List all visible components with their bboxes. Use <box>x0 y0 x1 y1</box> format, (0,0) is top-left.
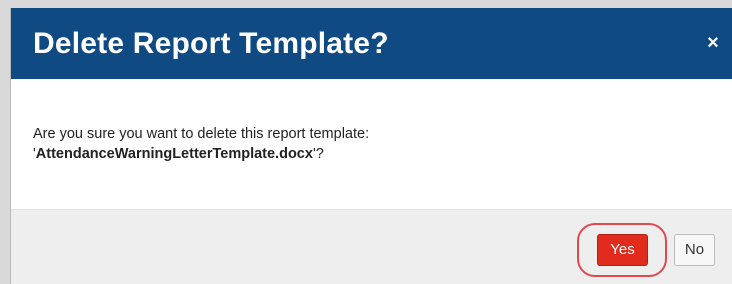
no-button[interactable]: No <box>674 234 715 266</box>
dialog-header: Delete Report Template? × <box>11 8 732 79</box>
message-prefix: Are you sure you want to delete this rep… <box>33 126 370 142</box>
quote-close: '? <box>312 146 324 162</box>
close-icon[interactable]: × <box>704 32 722 54</box>
screen: Delete Report Template? × Are you sure y… <box>0 0 732 284</box>
template-filename: AttendanceWarningLetterTemplate.docx <box>35 146 313 162</box>
yes-button[interactable]: Yes <box>597 234 648 266</box>
dialog-title: Delete Report Template? <box>33 27 389 60</box>
dialog-footer: Yes No <box>11 209 732 284</box>
delete-confirmation-dialog: Delete Report Template? × Are you sure y… <box>10 8 732 284</box>
dialog-body: Are you sure you want to delete this rep… <box>11 79 732 209</box>
confirmation-message: Are you sure you want to delete this rep… <box>33 124 713 164</box>
